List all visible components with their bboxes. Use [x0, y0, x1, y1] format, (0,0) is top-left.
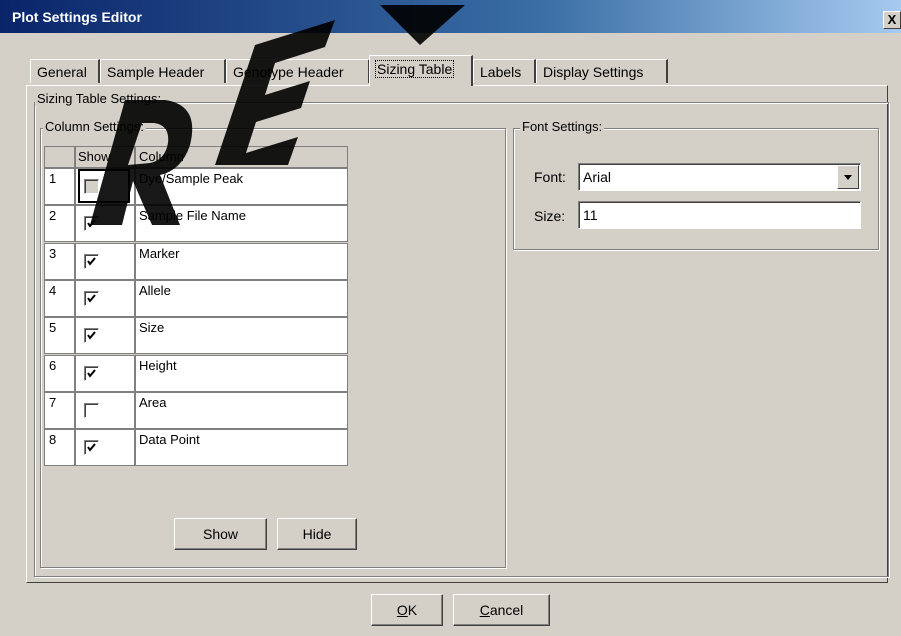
- tab-general[interactable]: General: [30, 59, 100, 83]
- font-select[interactable]: Arial: [578, 163, 861, 191]
- size-label: Size:: [534, 208, 566, 224]
- tab-labels[interactable]: Labels: [473, 59, 536, 83]
- check-icon: [87, 443, 96, 452]
- show-checkbox[interactable]: [84, 328, 99, 343]
- ok-button[interactable]: OK: [371, 594, 443, 626]
- check-icon: [87, 294, 96, 303]
- tab-display-settings[interactable]: Display Settings: [536, 59, 668, 83]
- column-name-cell[interactable]: Allele: [135, 280, 348, 317]
- row-index: 5: [44, 317, 75, 354]
- show-header[interactable]: Show: [75, 146, 135, 168]
- column-name-cell[interactable]: Area: [135, 392, 348, 429]
- title-bar: Plot Settings Editor: [0, 0, 901, 33]
- show-checkbox[interactable]: [84, 254, 99, 269]
- row-index: 2: [44, 205, 75, 242]
- size-input[interactable]: 11: [578, 201, 861, 229]
- cancel-button[interactable]: Cancel: [453, 594, 550, 626]
- column-name-cell[interactable]: Size: [135, 317, 348, 354]
- font-dropdown-button[interactable]: [837, 165, 859, 189]
- show-checkbox[interactable]: [84, 440, 99, 455]
- column-name-cell[interactable]: Height: [135, 355, 348, 392]
- column-name-cell[interactable]: Sample File Name: [135, 205, 348, 242]
- window-title: Plot Settings Editor: [12, 9, 142, 25]
- index-header-cell: [44, 146, 75, 168]
- row-index: 8: [44, 429, 75, 466]
- show-checkbox[interactable]: [84, 216, 99, 231]
- close-button[interactable]: X: [883, 11, 901, 29]
- column-name-cell[interactable]: Dye/Sample Peak: [135, 168, 348, 205]
- chevron-down-icon: [844, 175, 852, 180]
- tab-sample-header[interactable]: Sample Header: [100, 59, 226, 83]
- row-index: 4: [44, 280, 75, 317]
- column-name-cell[interactable]: Marker: [135, 243, 348, 280]
- check-icon: [87, 369, 96, 378]
- row-index: 7: [44, 392, 75, 429]
- check-icon: [87, 257, 96, 266]
- check-icon: [87, 331, 96, 340]
- row-index: 6: [44, 355, 75, 392]
- show-checkbox[interactable]: [84, 291, 99, 306]
- show-button[interactable]: Show: [174, 518, 267, 550]
- tab-genotype-header[interactable]: Genotype Header: [226, 59, 370, 83]
- sizing-table-settings-label: Sizing Table Settings:: [35, 91, 164, 106]
- column-name-cell[interactable]: Data Point: [135, 429, 348, 466]
- font-settings-label: Font Settings:: [520, 119, 605, 134]
- column-settings-label: Column Settings:: [43, 119, 146, 134]
- column-header[interactable]: Column: [135, 146, 348, 168]
- row-index: 3: [44, 243, 75, 280]
- show-checkbox[interactable]: [84, 366, 99, 381]
- show-checkbox[interactable]: [84, 403, 99, 418]
- tab-sizing-table[interactable]: Sizing Table: [369, 55, 473, 86]
- row-index: 1: [44, 168, 75, 205]
- font-value: Arial: [583, 169, 612, 185]
- cell-focus-outline: [78, 169, 130, 203]
- font-label: Font:: [534, 169, 566, 185]
- hide-button[interactable]: Hide: [277, 518, 357, 550]
- check-icon: [87, 219, 96, 228]
